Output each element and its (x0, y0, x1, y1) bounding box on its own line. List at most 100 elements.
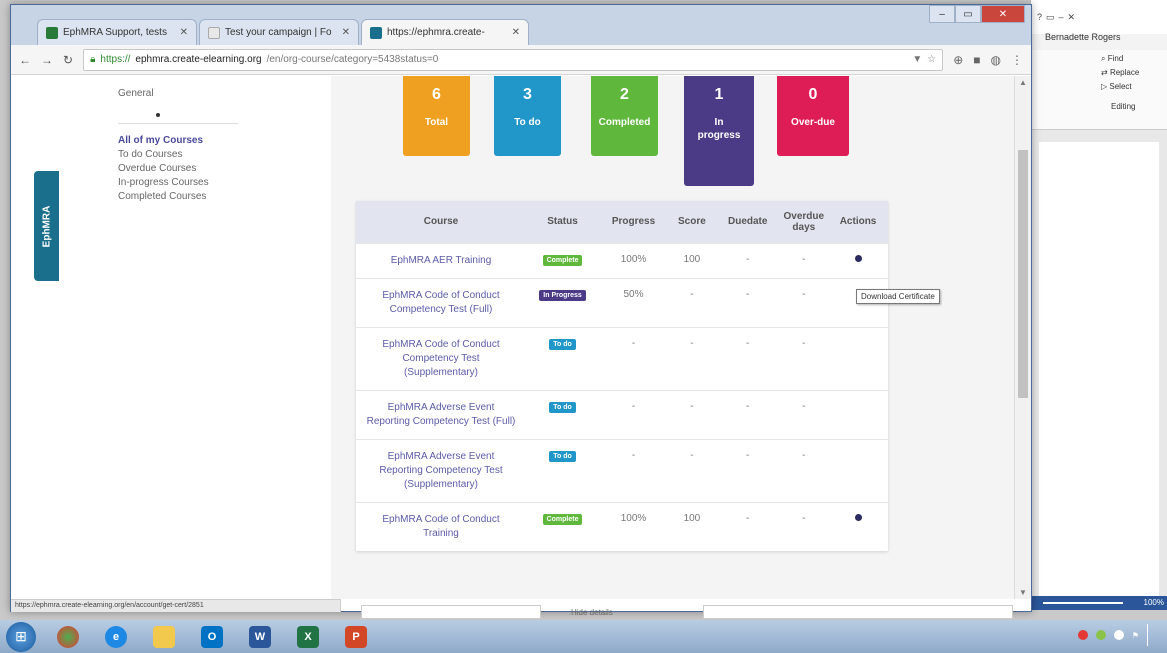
stat-overdue-label: Over-due (791, 117, 835, 128)
ephmra-side-tab[interactable]: EphMRA (34, 171, 59, 281)
close-tab-icon[interactable]: ✕ (180, 27, 188, 38)
word-editing-group-label: Editing (1111, 102, 1136, 111)
header-status[interactable]: Status (526, 201, 600, 243)
stat-tile-total[interactable]: 6 Total (403, 76, 470, 156)
menu-all-courses[interactable]: All of my Courses (118, 134, 238, 148)
reload-icon[interactable]: ↻ (63, 53, 73, 67)
tab-ephmra-support[interactable]: EphMRA Support, tests ✕ (37, 19, 197, 45)
tray-volume-icon[interactable] (1113, 630, 1124, 640)
left-panel: EphMRA General All of my Courses To do C… (11, 76, 331, 599)
table-cell-course[interactable]: EphMRA Code of Conduct Competency Test (… (356, 277, 526, 327)
taskbar-excel[interactable]: X (286, 622, 330, 652)
menu-completed-courses[interactable]: Completed Courses (118, 190, 238, 204)
start-button[interactable]: ⊞ (6, 621, 36, 652)
scroll-up-icon[interactable]: ▲ (1019, 78, 1027, 87)
stat-tile-completed[interactable]: 2 Completed (591, 76, 658, 156)
header-overdue-days[interactable]: Overdue days (779, 201, 829, 243)
tray-network-icon[interactable] (1095, 630, 1106, 640)
tab-ephmra-active[interactable]: https://ephmra.create- ✕ (361, 19, 529, 45)
cast-icon[interactable]: ■ (973, 53, 980, 67)
word-replace-button[interactable]: ⇄ Replace (1101, 68, 1139, 77)
flag-icon[interactable]: ⚑ (1132, 631, 1139, 640)
taskbar-outlook[interactable]: O (190, 622, 234, 652)
word-find-button[interactable]: ⌕ Find (1101, 54, 1123, 64)
header-course[interactable]: Course (356, 201, 526, 243)
close-tab-icon[interactable]: ✕ (342, 27, 350, 38)
stat-tile-overdue[interactable]: 0 Over-due (777, 76, 849, 156)
taskbar-explorer[interactable] (142, 622, 186, 652)
favicon-icon (370, 26, 382, 39)
word-zoom-slider[interactable] (1043, 602, 1123, 604)
table-cell-course[interactable]: EphMRA Code of Conduct Competency Test (… (356, 326, 526, 390)
download-certificate-icon[interactable] (854, 513, 862, 521)
taskbar-word[interactable]: W (238, 622, 282, 652)
page-scrollbar[interactable]: ▲ ▼ (1014, 76, 1031, 599)
menu-todo-courses[interactable]: To do Courses (118, 148, 238, 162)
scrollbar-thumb[interactable] (1018, 150, 1028, 398)
table-cell-actions (828, 438, 888, 502)
table-cell-overdue: - (779, 326, 829, 390)
table-cell-duedate: - (715, 501, 780, 551)
stat-inprogress-value: 1 (714, 86, 724, 103)
menu-general[interactable]: General (118, 88, 238, 99)
taskbar-ie[interactable]: e (94, 622, 138, 652)
table-cell-actions (828, 326, 888, 390)
address-bar[interactable]: 🔒︎ https://ephmra.create-elearning.org/e… (83, 48, 944, 71)
menu-inprogress-courses[interactable]: In-progress Courses (118, 176, 238, 190)
filter-icon[interactable]: ▼ (912, 54, 922, 65)
header-score[interactable]: Score (667, 201, 716, 243)
table-cell-duedate: - (715, 389, 780, 439)
table-cell-course[interactable]: EphMRA Code of Conduct Training (356, 501, 526, 551)
table-cell-status: To do (526, 389, 600, 439)
bottom-input-right[interactable] (703, 605, 1013, 619)
word-help-icon[interactable]: ? (1037, 12, 1042, 22)
window-controls: – ▭ ✕ (929, 5, 1025, 23)
separator-dot (156, 113, 160, 117)
word-document-area (1031, 130, 1167, 602)
menu-icon[interactable]: ⋮ (1011, 53, 1023, 67)
close-tab-icon[interactable]: ✕ (512, 27, 520, 38)
header-duedate[interactable]: Duedate (715, 201, 780, 243)
word-select-button[interactable]: ▷ Select (1101, 82, 1132, 91)
status-badge: Complete (542, 254, 583, 266)
internet-explorer-icon: e (105, 625, 127, 648)
taskbar-chrome[interactable] (46, 622, 90, 652)
stat-tile-todo[interactable]: 3 To do (494, 76, 561, 156)
replace-icon: ⇄ (1101, 68, 1110, 77)
extension-icon[interactable]: ⊕ (953, 53, 963, 67)
table-row: EphMRA Adverse Event Reporting Competenc… (356, 389, 888, 439)
show-desktop-button[interactable] (1147, 624, 1161, 646)
browser-toolbar: ← → ↻ 🔒︎ https://ephmra.create-elearning… (11, 45, 1031, 75)
table-cell-course[interactable]: EphMRA Adverse Event Reporting Competenc… (356, 438, 526, 502)
table-cell-score: 100 (667, 501, 716, 551)
minimize-icon[interactable]: – (929, 5, 955, 23)
word-page[interactable] (1039, 142, 1159, 602)
taskbar-powerpoint[interactable]: P (334, 622, 378, 652)
word-close-icon[interactable]: ✕ (1068, 12, 1076, 23)
table-cell-course[interactable]: EphMRA Adverse Event Reporting Competenc… (356, 389, 526, 439)
maximize-icon[interactable]: ▭ (955, 5, 981, 23)
word-user-name[interactable]: Bernadette Rogers (1045, 32, 1121, 42)
header-progress[interactable]: Progress (599, 201, 668, 243)
table-cell-progress: 50% (599, 277, 668, 327)
tab-test-campaign[interactable]: Test your campaign | Fo ✕ (199, 19, 359, 45)
table-cell-progress: 100% (599, 501, 668, 551)
table-cell-actions (828, 501, 888, 551)
menu-overdue-courses[interactable]: Overdue Courses (118, 162, 238, 176)
back-icon[interactable]: ← (19, 53, 31, 67)
table-cell-course[interactable]: EphMRA AER Training (356, 242, 526, 278)
word-minimize-icon[interactable]: – (1059, 12, 1064, 22)
forward-icon[interactable]: → (41, 53, 53, 67)
close-window-icon[interactable]: ✕ (981, 5, 1025, 23)
scroll-down-icon[interactable]: ▼ (1019, 588, 1027, 597)
download-certificate-icon[interactable] (854, 254, 862, 262)
hide-details-link[interactable]: Hide details (571, 608, 613, 617)
bottom-input-left[interactable] (361, 605, 541, 619)
star-icon[interactable]: ☆ (927, 54, 936, 65)
word-zoom-level[interactable]: 100% (1144, 598, 1164, 607)
extension2-icon[interactable]: ◍ (991, 53, 1001, 67)
stat-total-value: 6 (432, 86, 441, 103)
stat-tile-inprogress[interactable]: 1 In progress (684, 76, 754, 186)
word-restore-icon[interactable]: ▭ (1046, 12, 1055, 23)
tray-app-icon[interactable] (1077, 630, 1088, 640)
